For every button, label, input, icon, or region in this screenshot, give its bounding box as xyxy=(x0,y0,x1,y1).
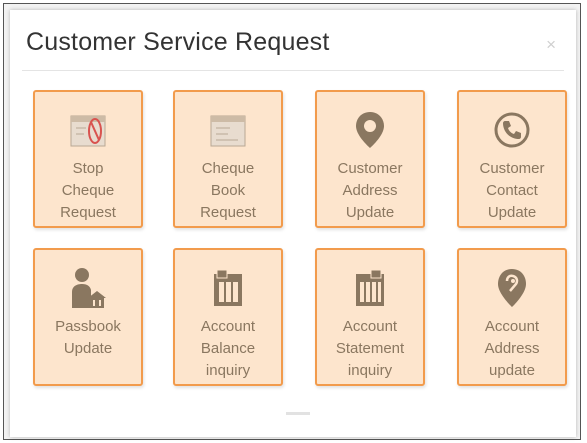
tile-passbook-update[interactable]: Passbook Update xyxy=(33,248,143,386)
tile-label: Cheque Book Request xyxy=(200,160,256,221)
tile-customer-address-update[interactable]: Customer Address Update xyxy=(315,90,425,228)
service-request-dialog: Customer Service Request × Stop Cheque R… xyxy=(10,10,576,437)
tile-cheque-book-request[interactable]: Cheque Book Request xyxy=(173,90,283,228)
tile-label: Account Statement inquiry xyxy=(335,318,405,379)
tile-customer-contact-update[interactable]: Customer Contact Update xyxy=(457,90,567,228)
dialog-title: Customer Service Request xyxy=(26,28,330,56)
tile-label: Customer Address Update xyxy=(337,160,403,221)
page-indicator xyxy=(286,412,310,415)
stop-cheque-icon xyxy=(35,108,141,152)
account-balance-icon xyxy=(175,266,281,310)
tile-label: Passbook Update xyxy=(55,318,121,357)
address-pin-icon xyxy=(459,266,565,310)
location-pin-icon xyxy=(317,108,423,152)
tile-label: Account Address update xyxy=(484,318,540,379)
tile-label: Account Balance inquiry xyxy=(200,318,256,379)
tile-account-address-update[interactable]: Account Address update xyxy=(457,248,567,386)
tile-stop-cheque-request[interactable]: Stop Cheque Request xyxy=(33,90,143,228)
phone-icon xyxy=(459,108,565,152)
passbook-user-icon xyxy=(35,266,141,310)
tile-account-statement-inquiry[interactable]: Account Statement inquiry xyxy=(315,248,425,386)
tile-label: Stop Cheque Request xyxy=(60,160,116,221)
tile-account-balance-inquiry[interactable]: Account Balance inquiry xyxy=(173,248,283,386)
account-statement-icon xyxy=(317,266,423,310)
window-frame: Customer Service Request × Stop Cheque R… xyxy=(3,3,581,440)
close-icon[interactable]: × xyxy=(546,35,556,55)
title-divider xyxy=(22,70,564,71)
tile-label: Customer Contact Update xyxy=(479,160,545,221)
cheque-book-icon xyxy=(175,108,281,152)
